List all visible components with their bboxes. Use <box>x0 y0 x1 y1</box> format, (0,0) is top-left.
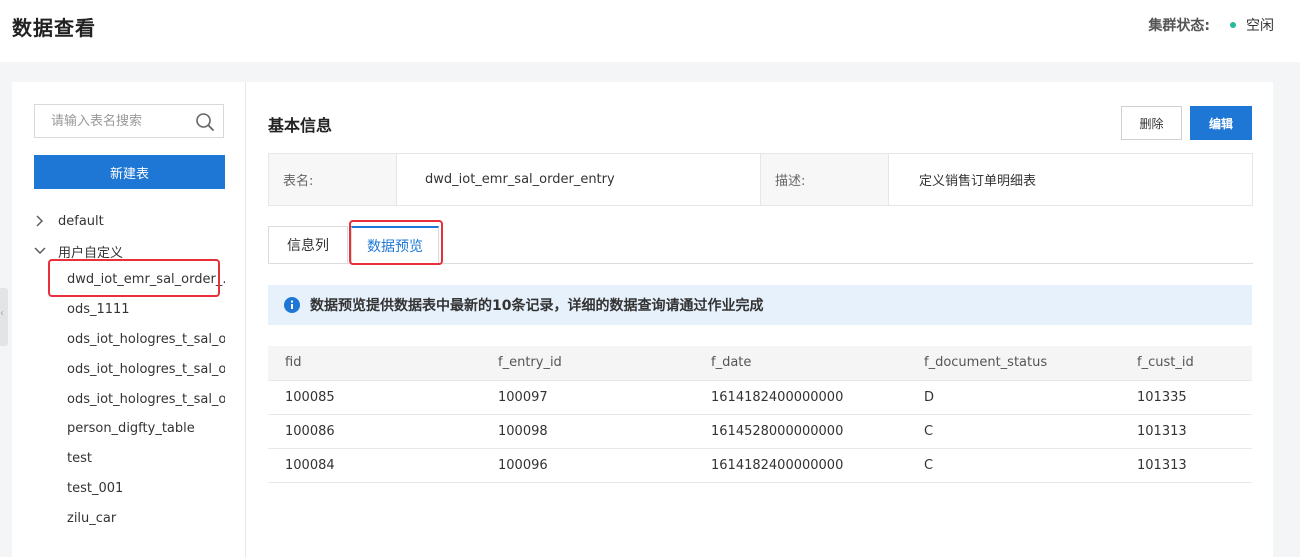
cluster-status: 集群状态: 空闲 <box>1148 15 1274 35</box>
table-cell: 101313 <box>1120 448 1252 483</box>
table-cell: 100085 <box>268 380 481 415</box>
preview-notice: 数据预览提供数据表中最新的10条记录，详细的数据查询请通过作业完成 <box>268 285 1252 325</box>
tree-item-table[interactable]: ods_iot_hologres_t_sal_o... <box>67 329 225 351</box>
highlight-box <box>349 220 443 265</box>
new-table-button[interactable]: 新建表 <box>34 155 225 189</box>
data-preview-table: fid f_entry_id f_date f_document_status … <box>268 346 1252 483</box>
tree-item-table[interactable]: test_001 <box>67 478 225 500</box>
tree-group-label: default <box>58 213 104 229</box>
search-icon[interactable] <box>195 112 215 132</box>
table-header-row: fid f_entry_id f_date f_document_status … <box>268 346 1252 381</box>
cluster-status-label: 集群状态: <box>1148 18 1210 34</box>
column-header: fid <box>268 346 481 381</box>
description-value: 定义销售订单明细表 <box>919 174 1037 189</box>
table-cell: 1614182400000000 <box>694 448 907 483</box>
notice-text: 数据预览提供数据表中最新的10条记录，详细的数据查询请通过作业完成 <box>310 298 764 314</box>
tree-group-default[interactable]: default <box>32 210 104 232</box>
description-key: 描述: <box>761 154 889 205</box>
table-cell: 100084 <box>268 448 481 483</box>
status-dot-icon <box>1230 22 1236 28</box>
table-cell: 100096 <box>481 448 694 483</box>
chevron-down-icon <box>34 247 46 254</box>
table-row: 100085 100097 1614182400000000 D 101335 <box>268 380 1252 415</box>
table-name-value: dwd_iot_emr_sal_order_entry <box>397 154 761 205</box>
column-header: f_document_status <box>907 346 1120 381</box>
table-cell: 1614528000000000 <box>694 414 907 449</box>
table-name-key: 表名: <box>269 154 397 205</box>
table-search-box <box>34 104 224 138</box>
tree-item-table[interactable]: zilu_car <box>67 508 225 530</box>
chevron-left-icon: ‹ <box>0 308 4 319</box>
top-bar <box>0 0 1300 62</box>
sidebar-collapse-handle[interactable]: ‹ <box>0 288 8 346</box>
table-cell: C <box>907 414 1120 449</box>
column-header: f_entry_id <box>481 346 694 381</box>
delete-button[interactable]: 删除 <box>1121 106 1182 140</box>
table-cell: C <box>907 448 1120 483</box>
tab-info-columns[interactable]: 信息列 <box>268 226 348 264</box>
tree-item-table[interactable]: ods_iot_hologres_t_sal_o... <box>67 389 225 411</box>
highlight-box <box>48 259 220 297</box>
section-title: 基本信息 <box>268 116 333 135</box>
table-cell: 100098 <box>481 414 694 449</box>
tree-item-table[interactable]: ods_iot_hologres_t_sal_o... <box>67 359 225 381</box>
tree-group-label: 用户自定义 <box>58 245 124 261</box>
basic-info-table: 表名: dwd_iot_emr_sal_order_entry 描述: 定义销售… <box>268 153 1253 206</box>
tree-item-table[interactable]: test <box>67 448 225 470</box>
table-cell: 100097 <box>481 380 694 415</box>
cluster-status-value: 空闲 <box>1246 18 1274 34</box>
tree-item-table[interactable]: ods_1111 <box>67 299 225 321</box>
page-title: 数据查看 <box>12 16 96 40</box>
table-cell: 101313 <box>1120 414 1252 449</box>
info-icon <box>284 297 300 313</box>
table-cell: 101335 <box>1120 380 1252 415</box>
table-cell: 1614182400000000 <box>694 380 907 415</box>
table-cell: D <box>907 380 1120 415</box>
table-search-input[interactable] <box>35 105 185 137</box>
table-row: 100086 100098 1614528000000000 C 101313 <box>268 414 1252 449</box>
tree-item-table[interactable]: person_digfty_table <box>67 418 225 440</box>
edit-button[interactable]: 编辑 <box>1190 106 1252 140</box>
table-cell: 100086 <box>268 414 481 449</box>
column-header: f_cust_id <box>1120 346 1252 381</box>
chevron-right-icon <box>36 215 43 227</box>
table-row: 100084 100096 1614182400000000 C 101313 <box>268 448 1252 483</box>
column-header: f_date <box>694 346 907 381</box>
